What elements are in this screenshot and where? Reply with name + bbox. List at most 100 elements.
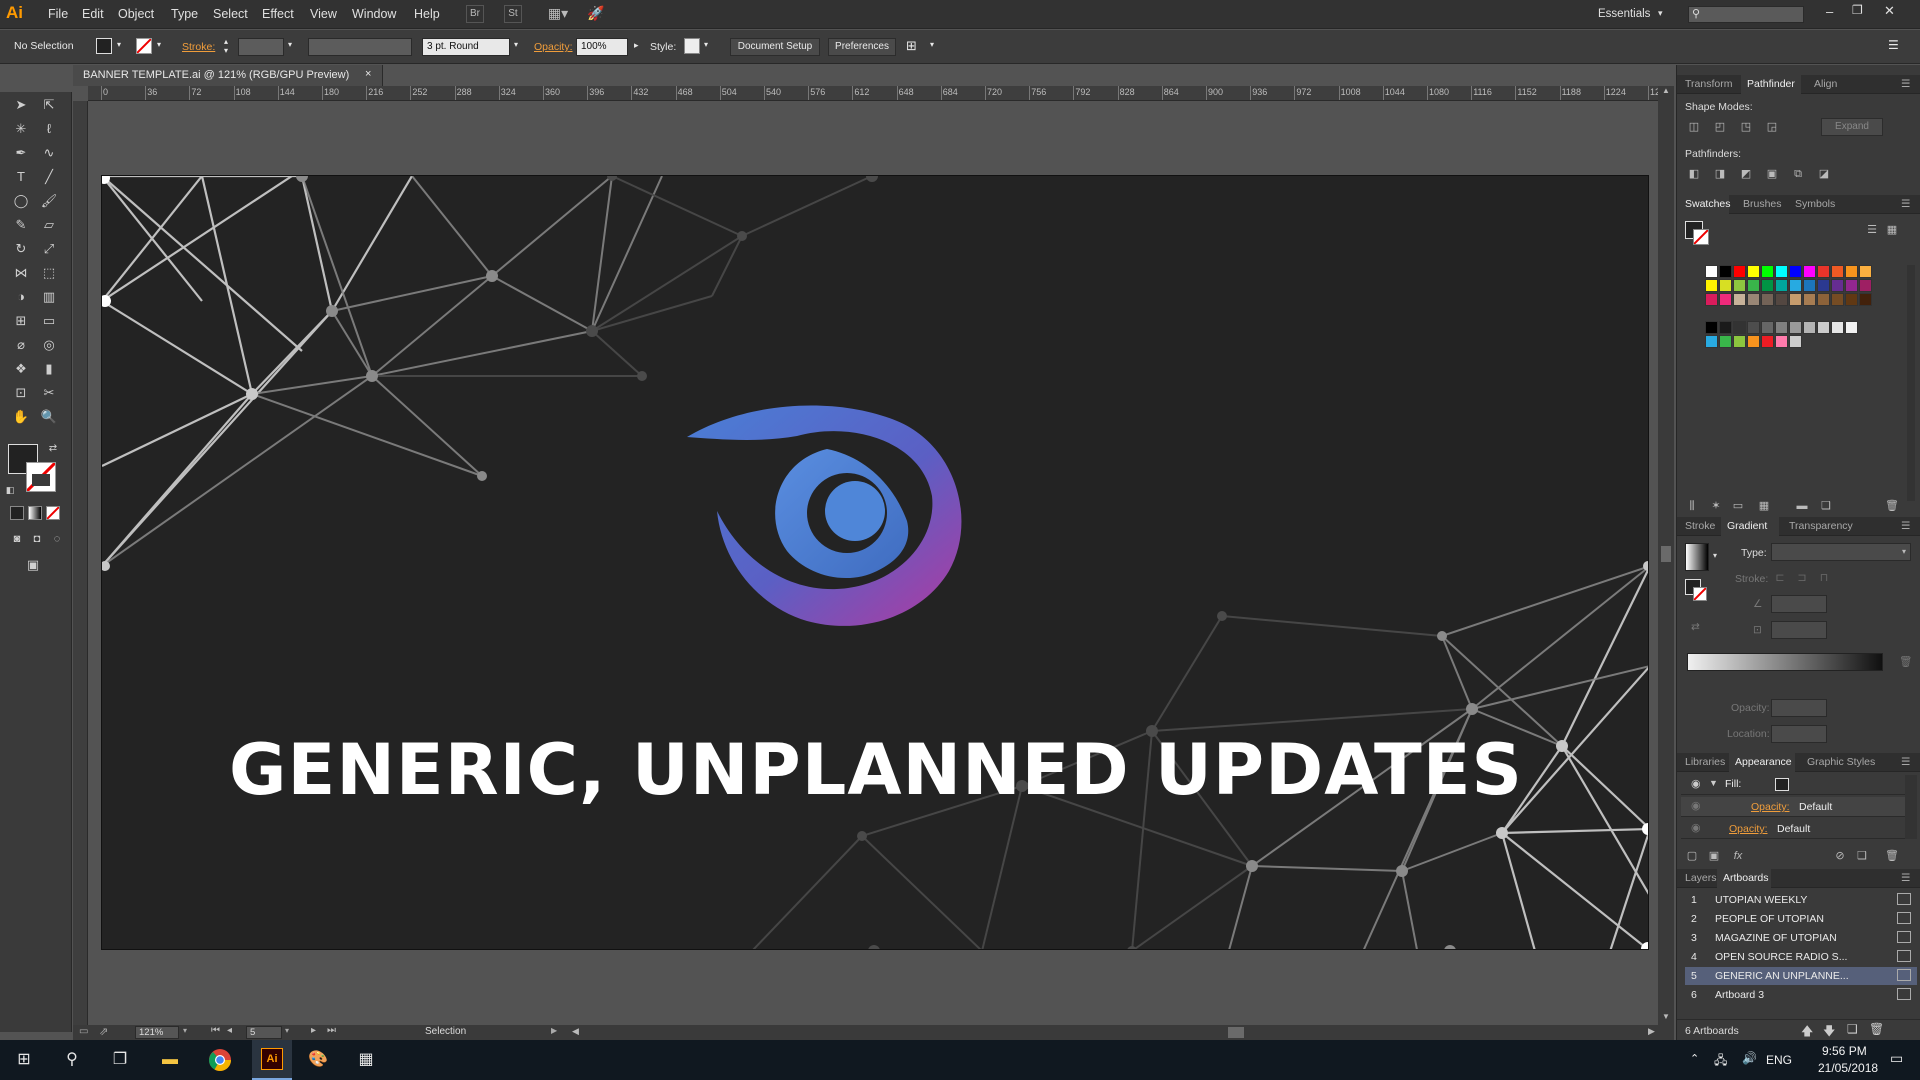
slice-tool-icon[interactable]: ✂ (38, 382, 60, 404)
status-menu-icon[interactable]: ▶ (551, 1026, 557, 1035)
appearance-fill-row[interactable]: ◉ ▼ Fill: (1681, 775, 1905, 795)
artboard-row[interactable]: 4 OPEN SOURCE RADIO S... (1685, 948, 1917, 966)
artboard-tool-icon[interactable]: ⊡ (10, 382, 32, 404)
eraser-tool-icon[interactable]: ▱ (38, 214, 60, 236)
menu-edit[interactable]: Edit (82, 7, 104, 21)
stroke-stepper[interactable]: ▴ ▾ (224, 37, 228, 55)
paintbrush-tool-icon[interactable]: 🖌 (38, 190, 60, 212)
close-tab-icon[interactable]: × (365, 68, 371, 80)
stroke-color-swatch[interactable] (136, 38, 152, 54)
appearance-scrollbar[interactable] (1905, 775, 1917, 839)
tab-libraries[interactable]: Libraries (1685, 756, 1725, 768)
task-view-icon[interactable]: ❐ (108, 1048, 132, 1072)
rotate-tool-icon[interactable]: ↻ (10, 238, 32, 260)
opacity-eye-icon[interactable]: ◉ (1691, 821, 1701, 834)
horizontal-scroll-thumb[interactable] (1228, 1027, 1244, 1038)
tab-symbols[interactable]: Symbols (1795, 198, 1835, 210)
banner-headline[interactable]: GENERIC, UNPLANNED UPDATES (102, 729, 1648, 811)
artboard-row[interactable]: 6 Artboard 3 (1685, 986, 1917, 1004)
tab-graphic-styles[interactable]: Graphic Styles (1807, 756, 1875, 768)
graph-tool-icon[interactable]: ▮ (38, 358, 60, 380)
artboard-row[interactable]: 2 PEOPLE OF UTOPIAN (1685, 910, 1917, 928)
graphic-style-swatch[interactable] (684, 38, 700, 54)
variable-width-profile[interactable] (308, 38, 412, 56)
gradient-slider[interactable] (1687, 653, 1883, 671)
stock-button[interactable]: St (504, 5, 522, 23)
search-input[interactable]: ⚲ (1688, 6, 1804, 23)
artboard-row[interactable]: 1 UTOPIAN WEEKLY (1685, 891, 1917, 909)
preferences-button[interactable]: Preferences (828, 38, 896, 56)
swap-colors-icon[interactable]: ⇄ (46, 442, 60, 456)
opacity-arrow-icon[interactable]: ▸ (634, 40, 639, 51)
add-to-library-icon[interactable]: ✶ (1707, 497, 1725, 515)
artboard-options-icon[interactable] (1897, 931, 1911, 943)
brush-dropdown-icon[interactable]: ▾ (514, 40, 518, 49)
trim-icon[interactable]: ◨ (1711, 165, 1729, 183)
gradient-stroke-within-icon[interactable]: ⊏ (1771, 569, 1789, 587)
list-view-icon[interactable]: ☰ (1863, 221, 1881, 239)
free-transform-tool-icon[interactable]: ⬚ (38, 262, 60, 284)
tab-transform[interactable]: Transform (1685, 78, 1732, 90)
bridge-button[interactable]: Br (466, 5, 484, 23)
arrange-dropdown-icon[interactable]: ▾ (930, 40, 934, 49)
fill-opacity-label[interactable]: Opacity: (1751, 801, 1790, 813)
tab-gradient[interactable]: Gradient (1727, 520, 1767, 532)
tab-stroke[interactable]: Stroke (1685, 520, 1715, 532)
artboard-dropdown-icon[interactable]: ▾ (285, 1026, 289, 1035)
swatches-panel-menu-icon[interactable]: ☰ (1901, 198, 1910, 210)
draw-behind-icon[interactable]: ◘ (26, 528, 48, 550)
tab-pathfinder[interactable]: Pathfinder (1747, 78, 1795, 90)
appearance-opacity-row[interactable]: ◉ Opacity: Default (1681, 819, 1905, 839)
status-left-icon[interactable]: ▭ (79, 1026, 88, 1037)
visibility-eye-icon[interactable]: ◉ (1691, 777, 1701, 790)
unite-icon[interactable]: ◫ (1685, 118, 1703, 136)
thumbnail-view-icon[interactable]: ▦ (1883, 221, 1901, 239)
illustrator-taskbar-item[interactable]: Ai (252, 1040, 292, 1080)
default-colors-icon[interactable]: ◧ (4, 484, 16, 496)
mesh-tool-icon[interactable]: ⊞ (10, 310, 32, 332)
network-icon[interactable]: 🖧 (1714, 1051, 1727, 1072)
workspace-chevron-icon[interactable]: ▾ (1658, 8, 1663, 19)
language-indicator[interactable]: ENG (1766, 1053, 1792, 1067)
lasso-tool-icon[interactable]: ℓ (38, 118, 60, 140)
vertical-scrollbar[interactable]: ▲ ▼ (1658, 86, 1674, 1025)
document-setup-button[interactable]: Document Setup (730, 38, 820, 56)
divide-icon[interactable]: ◧ (1685, 165, 1703, 183)
magic-wand-tool-icon[interactable]: ✳ (10, 118, 32, 140)
zoom-tool-icon[interactable]: 🔍 (38, 406, 60, 428)
gradient-preview-dropdown-icon[interactable]: ▾ (1713, 551, 1717, 560)
delete-swatch-icon[interactable]: 🗑 (1883, 497, 1901, 515)
add-stroke-icon[interactable]: ▢ (1683, 847, 1701, 865)
none-mode-button[interactable] (46, 506, 60, 520)
fill-color-swatch[interactable] (96, 38, 112, 54)
pencil-tool-icon[interactable]: ✎ (10, 214, 32, 236)
last-artboard-icon[interactable]: ⏭ (327, 1025, 336, 1036)
new-color-group-icon[interactable]: ▬ (1793, 497, 1811, 515)
direct-selection-tool-icon[interactable]: ⇱ (38, 94, 60, 116)
scroll-left-icon[interactable]: ◀ (572, 1026, 579, 1037)
tab-appearance[interactable]: Appearance (1735, 756, 1792, 768)
zoom-dropdown-icon[interactable]: ▾ (183, 1026, 187, 1035)
gradient-panel-menu-icon[interactable]: ☰ (1901, 520, 1910, 532)
draw-normal-icon[interactable]: ◙ (6, 528, 28, 550)
chrome-icon[interactable] (208, 1048, 232, 1072)
control-panel-menu-icon[interactable]: ☰ (1888, 38, 1899, 52)
gradient-angle-input[interactable] (1771, 595, 1827, 613)
clear-appearance-icon[interactable]: ⊘ (1831, 847, 1849, 865)
intersect-icon[interactable]: ◳ (1737, 118, 1755, 136)
taskbar-search-icon[interactable]: ⚲ (60, 1048, 84, 1072)
artboards-panel-menu-icon[interactable]: ☰ (1901, 872, 1910, 884)
stroke-weight-dropdown-icon[interactable]: ▾ (288, 40, 292, 49)
close-window-button[interactable]: ✕ (1884, 3, 1895, 19)
tab-swatches[interactable]: Swatches (1685, 198, 1731, 210)
vertical-scroll-thumb[interactable] (1661, 546, 1671, 562)
menu-view[interactable]: View (310, 7, 337, 21)
pen-tool-icon[interactable]: ✒ (10, 142, 32, 164)
gradient-mode-button[interactable] (28, 506, 42, 520)
stroke-weight-input[interactable] (238, 38, 284, 56)
canvas[interactable]: GENERIC, UNPLANNED UPDATES (88, 101, 1658, 1025)
arrange-documents-icon[interactable]: ▦▾ (544, 5, 572, 23)
eyedropper-tool-icon[interactable]: ⌀ (10, 334, 32, 356)
hand-tool-icon[interactable]: ✋ (10, 406, 32, 428)
symbol-sprayer-tool-icon[interactable]: ❖ (10, 358, 32, 380)
